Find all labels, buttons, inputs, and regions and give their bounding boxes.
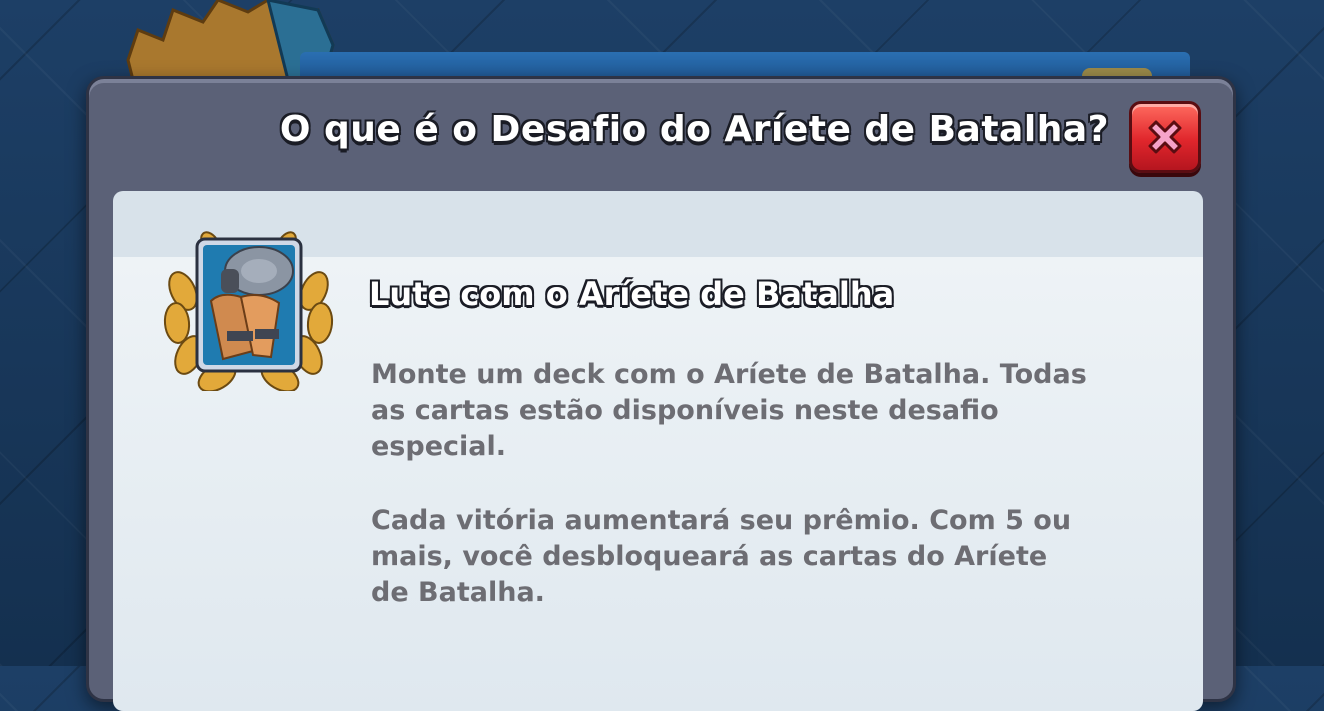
challenge-description: Monte um deck com o Aríete de Batalha. T… (371, 359, 1087, 462)
battle-ram-card-laurel-icon (163, 231, 334, 391)
close-x-icon (1148, 120, 1182, 154)
close-button[interactable] (1129, 101, 1201, 173)
info-modal: O que é o Desafio do Aríete de Batalha? (86, 76, 1236, 711)
challenge-reward-description: Cada vitória aumentará seu prêmio. Com 5… (371, 505, 1072, 608)
modal-title: O que é o Desafio do Aríete de Batalha? (279, 109, 1109, 150)
challenge-title: Lute com o Aríete de Batalha (369, 275, 895, 313)
modal-content: Lute com o Aríete de Batalha Monte um de… (113, 191, 1203, 711)
